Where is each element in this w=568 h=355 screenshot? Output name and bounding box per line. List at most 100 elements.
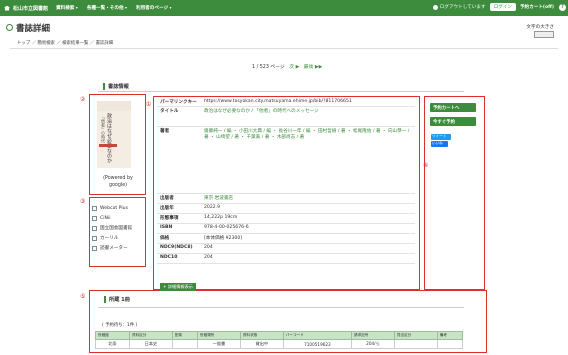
button-label: 予約カートへ bbox=[433, 105, 460, 111]
column-header: 配架 bbox=[171, 331, 199, 340]
last-page-link[interactable]: 最後 ▶▶ bbox=[304, 65, 323, 70]
link-label: 読書メーター bbox=[100, 246, 128, 251]
bib-value: 204 bbox=[204, 245, 213, 250]
cover-title: 政治はなぜ必要なのか bbox=[106, 113, 112, 163]
help-icon[interactable]: ? bbox=[559, 3, 566, 11]
table-row: 北条 日本史 一般書 貸出中 7100519623 204/ら bbox=[94, 339, 464, 349]
column-header: 請求記号 bbox=[351, 331, 395, 340]
holdings-title: 所蔵 1冊 bbox=[104, 296, 130, 303]
calil-icon bbox=[92, 235, 97, 241]
tweet-button[interactable]: ツイート bbox=[431, 134, 451, 140]
bib-key: 出版者 bbox=[160, 196, 174, 201]
powered-line-2: google) bbox=[108, 183, 128, 188]
column-header: バーコード bbox=[282, 331, 353, 340]
search-icon bbox=[6, 24, 13, 31]
bib-row-permalink: パーマリンクキー https://www.tosyokan.city.matsuy… bbox=[157, 98, 415, 107]
add-to-cart-button[interactable]: 予約カートへ bbox=[430, 103, 476, 112]
table-header-row: 所蔵館 資料区分 配架 所蔵場所 資料状態 バーコード 請求記号 貸出区分 備考 bbox=[94, 331, 464, 340]
cell-loan-type bbox=[393, 339, 438, 349]
bib-key: パーマリンクキー bbox=[160, 100, 197, 105]
bib-row-author: 著者 齋藤純一 / 編 ・ 小田川大典 / 編 ・ 長谷川一年 / 編 ・ 田村哲… bbox=[157, 127, 415, 194]
link-ndl[interactable]: 国立国会図書館 bbox=[92, 223, 144, 233]
home-icon bbox=[4, 5, 10, 11]
bib-value: 204 bbox=[204, 255, 213, 260]
column-header: 貸出区分 bbox=[393, 331, 438, 340]
bib-key: 形態事項 bbox=[160, 216, 179, 221]
cell-call-number: 204/ら bbox=[351, 339, 395, 349]
ndl-icon bbox=[92, 225, 97, 231]
library-home-link[interactable]: 松山市立図書館 bbox=[4, 5, 48, 12]
bib-row-ndc9: NDC9(NDC8) 204 bbox=[157, 244, 415, 254]
column-header: 所蔵館 bbox=[94, 331, 131, 340]
holdings-table: 所蔵館 資料区分 配架 所蔵場所 資料状態 バーコード 請求記号 貸出区分 備考… bbox=[94, 331, 464, 349]
link-bookmeter[interactable]: 読書メーター bbox=[92, 243, 144, 253]
bookmeter-icon bbox=[92, 245, 97, 251]
menu-lists[interactable]: 各種一覧・その他 bbox=[87, 5, 127, 11]
main-menu: 資料検索 各種一覧・その他 利用者のページ bbox=[56, 5, 180, 11]
book-cover-image: 政治はなぜ必要なのか 「他者」の時代へ bbox=[97, 101, 131, 168]
user-icon bbox=[432, 4, 438, 10]
cover-top bbox=[97, 101, 131, 111]
pager: 1 / 523 ページ 次 ▶ 最後 ▶▶ bbox=[252, 63, 322, 70]
cell-status: 貸出中 bbox=[239, 339, 284, 349]
button-label: 今すぐ予約 bbox=[433, 119, 455, 125]
bib-value[interactable]: 政治はなぜ必要なのか / 「他者」の時代へのメッセージ bbox=[201, 107, 415, 126]
bib-row-format: 形態事項 14,222p 19cm bbox=[157, 214, 415, 224]
bib-key: タイトル bbox=[160, 109, 179, 114]
bib-row-price: 価格 [本体価格 ¥2300] bbox=[157, 234, 415, 244]
bib-key: NDC9(NDC8) bbox=[160, 245, 193, 250]
breadcrumb[interactable]: トップ ／ 簡易検索 ／ 検索結果一覧 ／ 書誌詳細 bbox=[17, 40, 113, 46]
bib-row-isbn: ISBN 978-4-00-025676-6 bbox=[157, 224, 415, 234]
menu-search[interactable]: 資料検索 bbox=[56, 5, 78, 11]
bib-key: ISBN bbox=[160, 225, 173, 230]
bib-value[interactable]: https://www.tosyokan.city.matsuyama.ehim… bbox=[201, 98, 415, 106]
bibliographic-table: パーマリンクキー https://www.tosyokan.city.matsuy… bbox=[157, 98, 415, 264]
bib-value: [本体価格 ¥2300] bbox=[204, 236, 243, 241]
bib-key: NDC10 bbox=[160, 255, 178, 260]
show-details-button[interactable]: + 詳細情報表示 bbox=[160, 283, 196, 291]
column-header: 備考 bbox=[436, 331, 464, 340]
bib-row-publisher: 出版者 東京 岩波書店 bbox=[157, 194, 415, 204]
powered-line-1: (Powered by bbox=[103, 176, 133, 181]
page-current: 1 bbox=[252, 65, 256, 70]
cinii-icon bbox=[92, 215, 97, 221]
bib-key: 著者 bbox=[160, 129, 170, 134]
font-size-toggle[interactable] bbox=[534, 31, 554, 38]
reservation-wait-count: ( 予約待ち：1件 ) bbox=[102, 323, 138, 328]
cover-subtitle: 「他者」の時代へ bbox=[101, 115, 106, 147]
link-webcat[interactable]: Webcat Plus bbox=[92, 203, 144, 213]
login-button[interactable]: ログイン bbox=[489, 3, 516, 11]
bib-value[interactable]: 東京 岩波書店 bbox=[201, 194, 415, 203]
page-title-text: 書誌詳細 bbox=[16, 24, 51, 34]
bib-value: 14,222p 19cm bbox=[204, 215, 238, 220]
bib-row-title: タイトル 政治はなぜ必要なのか / 「他者」の時代へのメッセージ bbox=[157, 107, 415, 127]
external-links-list: Webcat Plus CiNii 国立国会図書館 カーリル 読書メーター bbox=[92, 203, 144, 253]
cell-notes bbox=[436, 339, 464, 349]
divider bbox=[10, 48, 558, 49]
facebook-like-button[interactable]: いいね bbox=[431, 141, 448, 147]
quick-reserve-button[interactable]: 今すぐ予約 bbox=[430, 117, 476, 126]
menu-user-page[interactable]: 利用者のページ bbox=[136, 5, 171, 11]
cover-band bbox=[99, 144, 117, 147]
cell-library: 北条 bbox=[94, 339, 131, 349]
column-header: 資料区分 bbox=[129, 331, 173, 340]
login-status-text: ログアウトしています bbox=[439, 5, 486, 10]
divider bbox=[98, 307, 464, 308]
top-right-controls: ログアウトしています ログイン 予約カート(off) ? bbox=[432, 3, 566, 11]
bib-key: 価格 bbox=[160, 236, 170, 241]
bib-key: 出版年 bbox=[160, 206, 174, 211]
link-calil[interactable]: カーリル bbox=[92, 233, 144, 243]
page-total: / 523 ページ bbox=[256, 65, 285, 70]
link-label: 国立国会図書館 bbox=[100, 226, 133, 231]
page-title: 書誌詳細 bbox=[6, 22, 51, 34]
link-label: CiNii bbox=[100, 215, 111, 221]
bib-row-ndc10: NDC10 204 bbox=[157, 254, 415, 264]
reservation-cart-link[interactable]: 予約カート(off) bbox=[520, 4, 554, 10]
webcat-icon bbox=[92, 205, 97, 211]
annotation-2: ② bbox=[80, 96, 86, 103]
annotation-5: ⑤ bbox=[80, 293, 86, 300]
bib-value[interactable]: 齋藤純一 / 編 ・ 小田川大典 / 編 ・ 長谷川一年 / 編 ・ 田村哲樹 … bbox=[201, 127, 415, 193]
link-cinii[interactable]: CiNii bbox=[92, 213, 144, 223]
cell-category: 日本史 bbox=[129, 339, 173, 349]
next-page-link[interactable]: 次 ▶ bbox=[289, 65, 299, 70]
